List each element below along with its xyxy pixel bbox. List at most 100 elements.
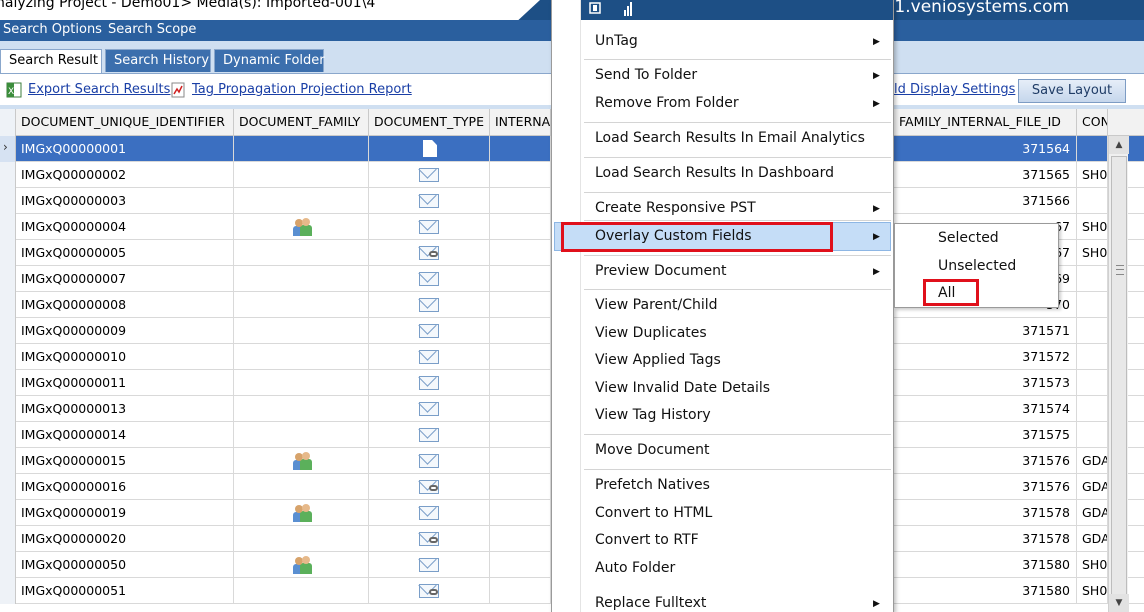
cell-document-id: IMGxQ00000010 [16, 344, 234, 370]
menu-item-load-search-results-in-email-analytics[interactable]: Load Search Results In Email Analytics [595, 130, 865, 146]
cell-document-id: IMGxQ00000008 [16, 292, 234, 318]
menu-item-view-invalid-date-details[interactable]: View Invalid Date Details [595, 380, 770, 396]
family-icon [292, 556, 312, 574]
scroll-thumb[interactable] [1111, 156, 1127, 596]
cell-document-type [369, 214, 490, 240]
row-header[interactable] [0, 344, 16, 370]
menu-item-remove-from-folder[interactable]: Remove From Folder [595, 95, 739, 111]
field-display-settings-link[interactable]: ld Display Settings [894, 82, 1015, 97]
cell-document-family [234, 292, 369, 318]
menu-item-replace-fulltext[interactable]: Replace Fulltext [595, 595, 706, 611]
row-header[interactable] [0, 526, 16, 552]
menu-separator [584, 59, 891, 60]
menu-separator [584, 469, 891, 470]
row-header[interactable] [0, 578, 16, 604]
report-icon [171, 82, 185, 98]
row-header[interactable] [0, 552, 16, 578]
cell-document-id: IMGxQ00000015 [16, 448, 234, 474]
col-document-type[interactable]: DOCUMENT_TYPE [369, 109, 490, 136]
cell-contr [1077, 266, 1108, 292]
menu-item-view-applied-tags[interactable]: View Applied Tags [595, 352, 721, 368]
paperclip-icon [429, 251, 438, 257]
row-header[interactable] [0, 292, 16, 318]
row-header[interactable] [0, 422, 16, 448]
row-header[interactable] [0, 240, 16, 266]
tab-search-history[interactable]: Search History [105, 49, 211, 72]
cell-family-internal-file-id: 371576 [894, 474, 1077, 500]
scroll-down-icon[interactable]: ▼ [1109, 594, 1129, 612]
cell-contr: SH0 [1077, 162, 1108, 188]
tab-dynamic-folder[interactable]: Dynamic Folder [214, 49, 325, 72]
menu-separator [584, 289, 891, 290]
menu-item-convert-to-rtf[interactable]: Convert to RTF [595, 532, 699, 548]
cell-document-type [369, 188, 490, 214]
cell-document-type [369, 552, 490, 578]
email-icon [419, 454, 439, 468]
menu-item-view-parent-child[interactable]: View Parent/Child [595, 297, 718, 313]
tag-propagation-report-link[interactable]: Tag Propagation Projection Report [192, 82, 412, 97]
cell-internal [490, 578, 551, 604]
cell-document-id: IMGxQ00000005 [16, 240, 234, 266]
row-header[interactable] [0, 396, 16, 422]
menu-search-scope[interactable]: Search Scope [108, 22, 196, 37]
menu-separator [584, 255, 891, 256]
cell-internal [490, 526, 551, 552]
cell-document-type [369, 500, 490, 526]
row-header[interactable] [0, 318, 16, 344]
scroll-up-icon[interactable]: ▲ [1109, 136, 1129, 154]
cell-contr: SH0 [1077, 240, 1108, 266]
tab-search-result[interactable]: Search Result [0, 49, 102, 73]
row-header[interactable] [0, 214, 16, 240]
menu-item-untag[interactable]: UnTag [595, 33, 638, 49]
save-layout-button[interactable]: Save Layout [1018, 79, 1126, 103]
row-header[interactable] [0, 474, 16, 500]
menu-item-move-document[interactable]: Move Document [595, 442, 710, 458]
row-header[interactable] [0, 500, 16, 526]
menu-item-convert-to-html[interactable]: Convert to HTML [595, 505, 712, 521]
row-header[interactable]: › [0, 136, 16, 162]
cell-document-family [234, 578, 369, 604]
cell-document-type [369, 162, 490, 188]
cell-document-type [369, 370, 490, 396]
menu-item-send-to-folder[interactable]: Send To Folder [595, 67, 697, 83]
menu-item-create-responsive-pst[interactable]: Create Responsive PST [595, 200, 756, 216]
cell-contr [1077, 188, 1108, 214]
cell-document-id: IMGxQ00000007 [16, 266, 234, 292]
menu-item-auto-folder[interactable]: Auto Folder [595, 560, 675, 576]
cell-document-family [234, 318, 369, 344]
row-header[interactable] [0, 162, 16, 188]
window-title: nalyzing Project - Demo01> Media(s): Imp… [0, 0, 376, 11]
row-header[interactable] [0, 448, 16, 474]
vertical-scrollbar[interactable]: ▲ ▼ [1108, 136, 1129, 612]
menu-separator [584, 122, 891, 123]
col-document-unique-identifier[interactable]: DOCUMENT_UNIQUE_IDENTIFIER [16, 109, 234, 136]
paperclip-icon [429, 485, 438, 491]
menu-search-options[interactable]: Search Options [3, 22, 102, 37]
cell-document-family [234, 344, 369, 370]
cell-document-family [234, 526, 369, 552]
menu-item-prefetch-natives[interactable]: Prefetch Natives [595, 477, 710, 493]
email-icon [419, 350, 439, 364]
menu-item-view-duplicates[interactable]: View Duplicates [595, 325, 707, 341]
family-icon [292, 452, 312, 470]
submenu-arrow-icon: ▶ [873, 599, 880, 609]
cell-internal [490, 162, 551, 188]
col-contr[interactable]: CONTR [1077, 109, 1108, 136]
submenu-item-selected[interactable]: Selected [938, 230, 999, 246]
submenu-item-unselected[interactable]: Unselected [938, 258, 1016, 274]
col-family-internal-file-id[interactable]: FAMILY_INTERNAL_FILE_ID [894, 109, 1077, 136]
row-header[interactable] [0, 266, 16, 292]
col-document-family[interactable]: DOCUMENT_FAMILY [234, 109, 369, 136]
menu-item-view-tag-history[interactable]: View Tag History [595, 407, 711, 423]
document-icon [423, 140, 437, 157]
export-search-results-link[interactable]: Export Search Results [28, 82, 170, 97]
email-icon [419, 220, 439, 234]
excel-icon: X [6, 82, 22, 98]
row-header[interactable] [0, 188, 16, 214]
row-header[interactable] [0, 370, 16, 396]
menu-item-load-search-results-in-dashboard[interactable]: Load Search Results In Dashboard [595, 165, 834, 181]
cell-document-id: IMGxQ00000002 [16, 162, 234, 188]
col-internal[interactable]: INTERNA [490, 109, 551, 136]
family-icon [292, 218, 312, 236]
menu-item-preview-document[interactable]: Preview Document [595, 263, 726, 279]
